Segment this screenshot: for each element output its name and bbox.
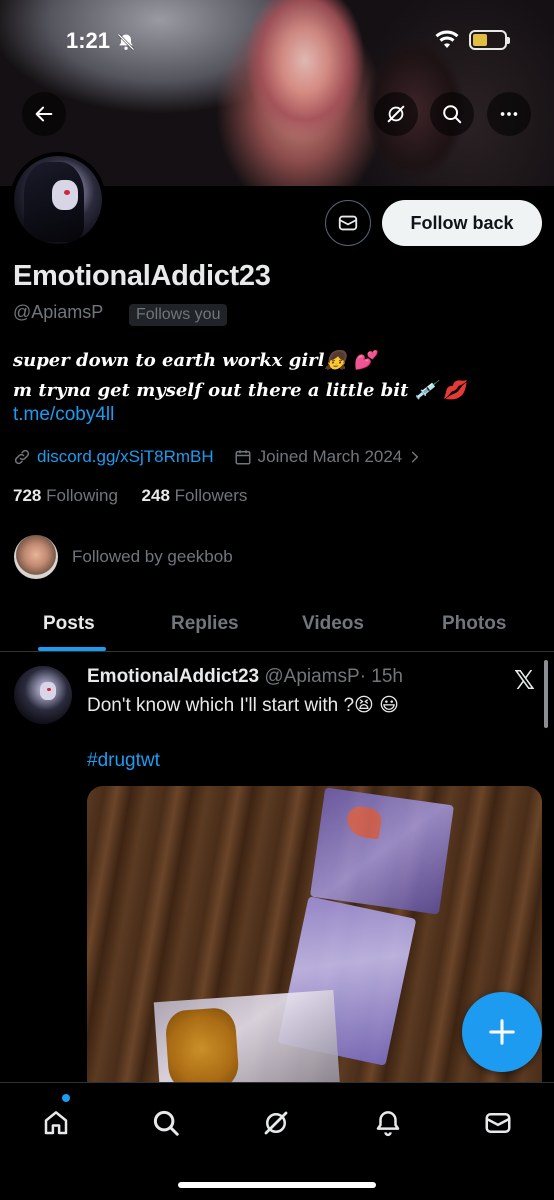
profile-bio: super down to earth workx girl👧 💕 m tryn… [13, 346, 466, 406]
arrow-left-icon [35, 106, 53, 122]
more-button[interactable] [487, 92, 531, 136]
website-link[interactable]: discord.gg/xSjT8RmBH [37, 447, 214, 467]
tab-videos[interactable]: Videos [302, 596, 364, 652]
link-icon [14, 449, 30, 465]
tweet-author-handle: @ApiamsP [264, 666, 360, 687]
search-icon [153, 1110, 179, 1136]
compose-button[interactable] [462, 992, 542, 1072]
tweet-author-name[interactable]: EmotionalAddict23 [87, 666, 259, 687]
following-link[interactable]: 728 Following [13, 486, 118, 505]
tweet-author-avatar[interactable] [14, 666, 72, 724]
profile-meta: discord.gg/xSjT8RmBH Joined March 2024 [13, 446, 422, 468]
grok-icon [264, 1111, 288, 1135]
tab-replies[interactable]: Replies [171, 596, 239, 652]
grok-icon [387, 105, 405, 123]
back-button[interactable] [22, 92, 66, 136]
nav-home[interactable] [36, 1103, 76, 1143]
calendar-icon [235, 450, 251, 465]
bell-off-icon [117, 33, 135, 51]
followed-by-text: Followed by geekbob [72, 547, 233, 566]
battery-icon [469, 30, 510, 50]
tab-posts[interactable]: Posts [43, 596, 95, 652]
search-button[interactable] [430, 92, 474, 136]
active-tab-indicator [38, 647, 106, 651]
follow-counts: 728 Following 248 Followers [13, 486, 247, 506]
profile-tabs: Posts Replies Videos Photos [0, 596, 554, 652]
profile-handle: @ApiamsP [13, 302, 104, 322]
status-bar: 1:21 [0, 0, 554, 80]
tweet-hashtag[interactable]: #drugtwt [87, 750, 160, 772]
tab-photos[interactable]: Photos [442, 596, 506, 652]
home-icon [44, 1111, 68, 1135]
nav-grok[interactable] [256, 1103, 296, 1143]
nav-search[interactable] [146, 1103, 186, 1143]
bio-line-1: super down to earth workx girl👧 💕 [13, 350, 376, 371]
status-time: 1:21 [66, 28, 111, 53]
follow-back-button[interactable]: Follow back [382, 200, 542, 246]
nav-notifications[interactable] [368, 1103, 408, 1143]
home-indicator[interactable] [178, 1182, 376, 1188]
bio-line-2: m tryna get myself out there a little bi… [13, 380, 466, 401]
profile-display-name: EmotionalAddict23 [13, 260, 271, 292]
wifi-icon [435, 30, 459, 48]
tweet-time: · 15h [359, 666, 403, 687]
followers-link[interactable]: 248 Followers [142, 486, 248, 505]
x-logo-icon: 𝕏 [514, 665, 535, 695]
follows-you-badge: Follows you [129, 304, 228, 326]
message-button[interactable] [325, 200, 371, 246]
bio-link[interactable]: t.me/coby4ll [13, 404, 114, 426]
envelope-icon [485, 1113, 511, 1133]
home-notification-dot [62, 1094, 70, 1102]
search-icon [443, 105, 462, 124]
bell-icon [376, 1111, 400, 1137]
more-icon [500, 112, 518, 116]
envelope-icon [338, 215, 358, 231]
follower-avatar [14, 535, 58, 579]
tweet-text: Don't know which I'll start with ?😫 😃 [87, 695, 399, 716]
chevron-right-icon[interactable] [408, 450, 422, 464]
plus-icon [489, 1019, 515, 1045]
scrollbar[interactable] [544, 660, 548, 728]
tweet-header: EmotionalAddict23 @ApiamsP· 15h [87, 666, 403, 688]
joined-date: Joined March 2024 [257, 447, 403, 466]
followed-by-row[interactable]: Followed by geekbob [14, 535, 233, 579]
nav-messages[interactable] [478, 1103, 518, 1143]
grok-button[interactable] [374, 92, 418, 136]
profile-avatar[interactable] [10, 152, 106, 248]
